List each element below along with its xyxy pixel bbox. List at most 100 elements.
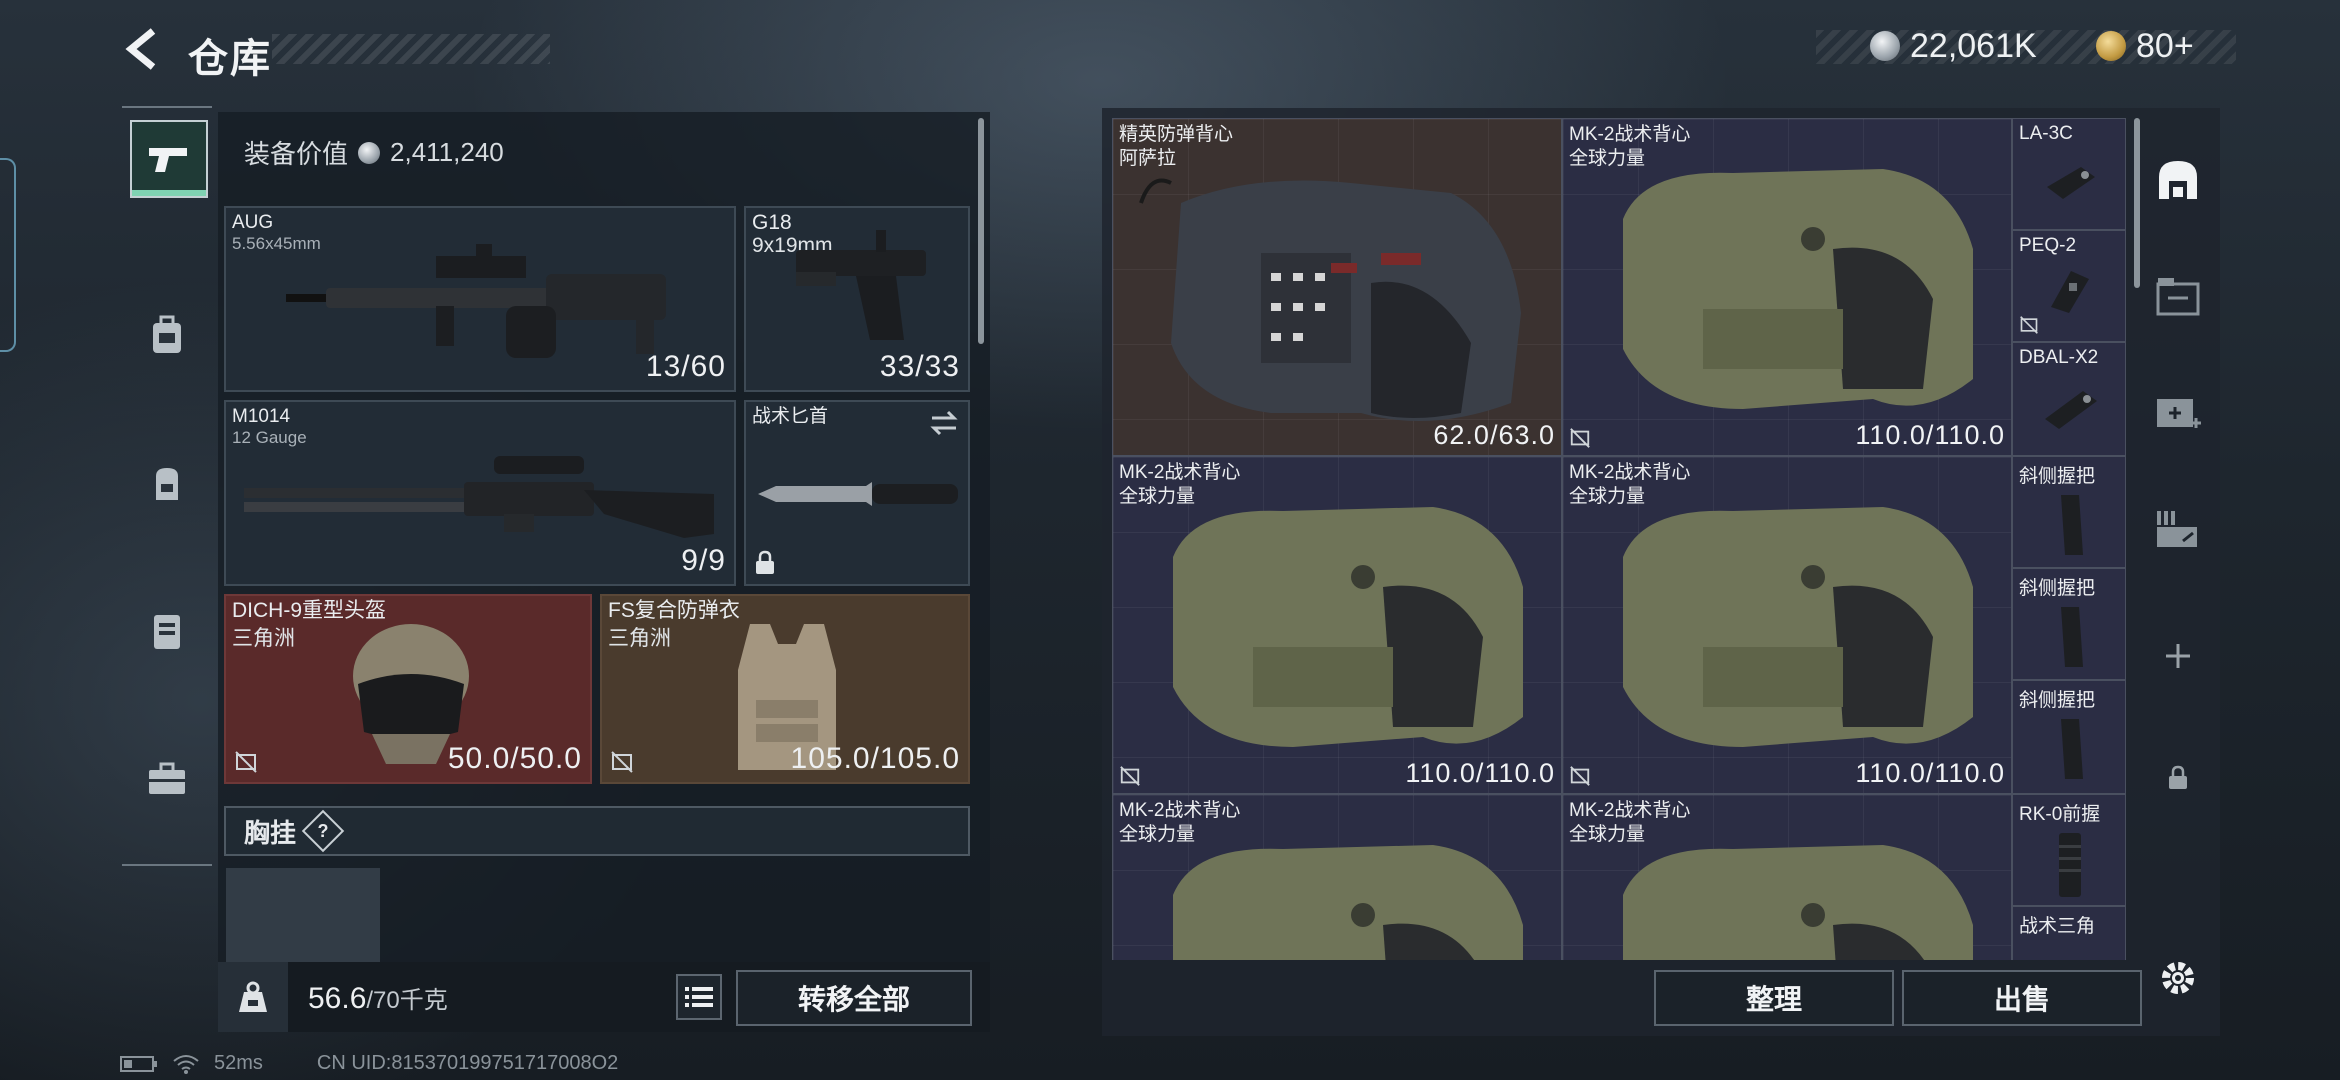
- weight-max: /70千克: [366, 987, 448, 1014]
- loadout-scrollbar[interactable]: [978, 118, 984, 344]
- user-id: CN UID:815370199751717008O2: [316, 1052, 619, 1074]
- storage-item-small[interactable]: 斜侧握把: [2012, 456, 2126, 568]
- storage-tab-main[interactable]: [2148, 150, 2208, 210]
- settings-button[interactable]: [2148, 948, 2208, 1008]
- backpack-icon: [153, 315, 181, 353]
- side-drawer-handle[interactable]: [0, 158, 16, 352]
- storage-grid: 精英防弹背心 阿萨拉 62.0/63.0 MK-2战术背心 全球力量 110.0/1…: [1112, 118, 2126, 960]
- durability: 110.0/110.0: [1405, 758, 1555, 788]
- slot-melee[interactable]: 战术匕首: [744, 400, 970, 586]
- gold-currency[interactable]: 80+: [2096, 24, 2194, 68]
- storage-item[interactable]: MK-2战术背心 全球力量 110.0/110.0: [1112, 456, 1562, 794]
- help-icon[interactable]: ?: [301, 809, 345, 853]
- item-name: MK-2战术背心 全球力量: [1569, 462, 1691, 507]
- silver-currency[interactable]: 22,061K: [1870, 24, 2037, 68]
- equipment-value-amount: 2,411,240: [390, 137, 504, 167]
- item-name: 斜侧握把: [2019, 690, 2096, 711]
- storage-item-small[interactable]: 战术三角: [2012, 906, 2126, 960]
- swap-icon[interactable]: [928, 410, 960, 436]
- equipment-value: 装备价值 2,411,240: [244, 134, 504, 171]
- item-name: RK-0前握: [2019, 804, 2101, 825]
- storage-item-small[interactable]: 斜侧握把: [2012, 680, 2126, 794]
- storage-item[interactable]: MK-2战术背心 全球力量 110.0/110.0: [1562, 118, 2012, 456]
- durability: 110.0/110.0: [1855, 758, 2005, 788]
- mk2-vest-image: [1173, 845, 1523, 960]
- wifi-icon: [173, 1054, 199, 1074]
- no-insure-icon: [235, 751, 257, 773]
- storage-item[interactable]: MK-2战术背心 全球力量: [1112, 794, 1562, 960]
- medkit-icon: [2157, 399, 2201, 428]
- slot-secondary-weapon[interactable]: G18 9x19mm 33/33: [744, 206, 970, 392]
- gold-coin-icon: [2096, 31, 2126, 61]
- title-decoration: [272, 34, 550, 64]
- mk2-vest-image: [1623, 169, 1973, 409]
- ammo-count: 33/33: [879, 350, 960, 383]
- slot-primary-weapon[interactable]: AUG 5.56x45mm 13/60: [224, 206, 736, 392]
- tab-bag[interactable]: [130, 446, 204, 520]
- storage-tab-medical[interactable]: [2148, 382, 2208, 442]
- durability: 105.0/105.0: [790, 742, 960, 775]
- back-arrow-icon: [125, 28, 156, 70]
- slot-tertiary-weapon[interactable]: M1014 12 Gauge 9/9: [224, 400, 736, 586]
- status-bar: 52ms CN UID:815370199751717008O2: [120, 1052, 618, 1075]
- no-insure-icon: [1570, 766, 1590, 786]
- g18-pistol-image: [796, 230, 926, 340]
- item-name: AUG: [232, 212, 274, 233]
- item-name: MK-2战术背心 全球力量: [1119, 462, 1241, 507]
- item-name: 精英防弹背心 阿萨拉: [1119, 124, 1234, 169]
- toolbox-icon: [149, 762, 185, 794]
- no-insure-icon: [1570, 428, 1590, 448]
- sell-button[interactable]: 出售: [1902, 970, 2142, 1026]
- laser-module-image: [2047, 167, 2095, 199]
- sort-button[interactable]: 整理: [1654, 970, 1894, 1026]
- storage-item[interactable]: MK-2战术背心 全球力量: [1562, 794, 2012, 960]
- item-name: 斜侧握把: [2019, 578, 2096, 599]
- weight-readout: 56.6/70千克: [308, 980, 448, 1016]
- tab-weapons[interactable]: [130, 120, 208, 198]
- storage-item-small[interactable]: 斜侧握把: [2012, 568, 2126, 680]
- storage-item-small[interactable]: PEQ-2: [2012, 230, 2126, 342]
- tab-tools[interactable]: [130, 742, 204, 816]
- durability: 62.0/63.0: [1433, 420, 1555, 450]
- silver-coin-icon: [1870, 31, 1900, 61]
- tab-vest[interactable]: [130, 594, 204, 668]
- crate-icon: [2156, 278, 2200, 316]
- item-name: 战术三角: [2019, 916, 2096, 937]
- grip-image: [2061, 495, 2083, 555]
- chest-rig-slot[interactable]: [226, 868, 380, 962]
- slot-helmet[interactable]: DICH-9重型头盔 三角洲 50.0/50.0: [224, 594, 592, 784]
- durability: 50.0/50.0: [447, 742, 582, 775]
- tab-gear[interactable]: [130, 298, 204, 372]
- elite-vest-image: [1139, 178, 1521, 421]
- storage-item[interactable]: MK-2战术背心 全球力量 110.0/110.0: [1562, 456, 2012, 794]
- slot-body-armor[interactable]: FS复合防弹衣 三角洲 105.0/105.0: [600, 594, 970, 784]
- mk2-vest-image: [1623, 507, 1973, 747]
- storage-scrollbar[interactable]: [2134, 118, 2140, 288]
- equipment-value-label: 装备价值: [244, 139, 349, 169]
- transfer-all-button[interactable]: 转移全部: [736, 970, 972, 1026]
- back-button[interactable]: [118, 24, 168, 74]
- grip-image: [2061, 719, 2083, 779]
- storage-item-small[interactable]: LA-3C: [2012, 118, 2126, 230]
- item-name: LA-3C: [2019, 123, 2073, 144]
- item-name: FS复合防弹衣: [608, 599, 740, 622]
- item-faction: 三角洲: [608, 627, 671, 650]
- storage-tab-ammo[interactable]: [2148, 500, 2208, 560]
- storage-tab-add[interactable]: [2148, 626, 2208, 686]
- laser-module-image: [2045, 391, 2097, 429]
- storage-item[interactable]: 精英防弹背心 阿萨拉 62.0/63.0: [1112, 118, 1562, 456]
- durability: 110.0/110.0: [1855, 420, 2005, 450]
- pistol-icon: [149, 148, 187, 172]
- settings-icon: [2162, 962, 2194, 994]
- weight-current: 56.6: [308, 982, 367, 1015]
- item-name: MK-2战术背心 全球力量: [1569, 124, 1691, 169]
- ammo-icon: [2157, 511, 2197, 547]
- storage-tab-locked[interactable]: [2148, 748, 2208, 808]
- storage-tab-crate[interactable]: [2148, 266, 2208, 326]
- storage-item-small[interactable]: DBAL-X2: [2012, 342, 2126, 456]
- list-view-button[interactable]: [676, 974, 722, 1020]
- battery-icon: [120, 1055, 157, 1072]
- mk2-vest-image: [1623, 845, 1973, 960]
- storage-item-small[interactable]: RK-0前握: [2012, 794, 2126, 906]
- page-title: 仓库: [188, 37, 272, 81]
